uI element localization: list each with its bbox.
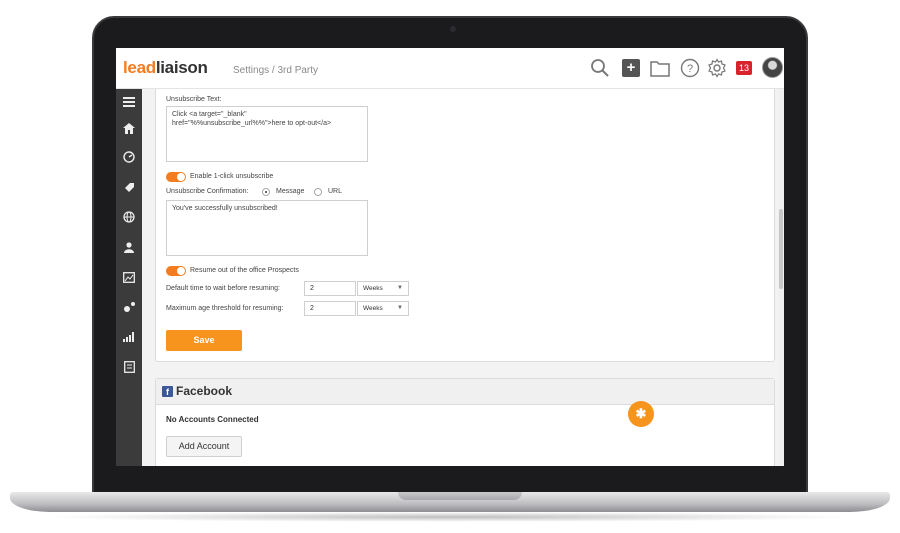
logo-lead: lead — [123, 58, 156, 77]
analytics-icon[interactable] — [116, 327, 142, 347]
age-input[interactable]: 2 — [304, 301, 356, 316]
add-account-button[interactable]: Add Account — [166, 436, 242, 457]
facebook-status: No Accounts Connected — [166, 415, 259, 424]
sidebar — [116, 89, 142, 466]
wait-unit-value: Weeks — [363, 285, 383, 292]
radio-message[interactable] — [262, 188, 270, 196]
logo-liaison: liaison — [155, 58, 208, 77]
laptop-shadow — [40, 512, 860, 522]
fab-button[interactable]: ✱ — [628, 401, 654, 427]
one-click-toggle[interactable] — [166, 172, 186, 182]
camera — [450, 26, 456, 32]
resume-toggle[interactable] — [166, 266, 186, 276]
save-button[interactable]: Save — [166, 330, 242, 351]
resume-label: Resume out of the office Prospects — [190, 267, 299, 274]
unsubscribe-text-field[interactable]: Click <a target="_blank" href="%%unsubsc… — [166, 106, 368, 162]
age-unit-select[interactable]: Weeks ▼ — [357, 301, 409, 316]
search-icon[interactable] — [589, 57, 611, 79]
screen: leadliaison Settings / 3rd Party + ? 13 — [116, 48, 784, 466]
main-content: Unsubscribe Text: Click <a target="_blan… — [142, 89, 784, 466]
chevron-down-icon: ▼ — [397, 285, 403, 291]
gear-icon[interactable] — [706, 57, 728, 79]
report-icon[interactable] — [116, 357, 142, 377]
unsubscribe-text-label: Unsubscribe Text: — [166, 96, 222, 103]
radio-url[interactable] — [314, 188, 322, 196]
folder-icon[interactable] — [649, 57, 671, 79]
wait-label: Default time to wait before resuming: — [166, 285, 280, 292]
age-label: Maximum age threshold for resuming: — [166, 305, 284, 312]
settings-panel: Unsubscribe Text: Click <a target="_blan… — [155, 89, 775, 362]
chevron-down-icon: ▼ — [397, 305, 403, 311]
help-icon[interactable]: ? — [679, 57, 701, 79]
tag-icon[interactable] — [116, 177, 142, 197]
laptop-notch — [398, 492, 522, 500]
confirmation-label: Unsubscribe Confirmation: — [166, 188, 249, 195]
scrollbar[interactable] — [778, 89, 784, 466]
wait-input[interactable]: 2 — [304, 281, 356, 296]
facebook-header: f Facebook — [156, 379, 774, 405]
globe-icon[interactable] — [116, 207, 142, 227]
unsubscribe-text-line1: Click <a target="_blank" — [172, 111, 247, 118]
svg-text:?: ? — [687, 63, 693, 75]
image-icon[interactable] — [116, 267, 142, 287]
breadcrumb: Settings / 3rd Party — [233, 65, 319, 76]
one-click-label: Enable 1-click unsubscribe — [190, 173, 274, 180]
confirmation-message-text: You've successfully unsubscribed! — [172, 205, 278, 212]
home-icon[interactable] — [116, 118, 142, 138]
scroll-thumb[interactable] — [779, 209, 783, 289]
laptop-base — [10, 492, 890, 512]
notification-badge[interactable]: 13 — [736, 61, 752, 75]
radio-url-label: URL — [328, 188, 343, 195]
add-icon[interactable]: + — [622, 59, 640, 77]
menu-icon[interactable] — [116, 92, 142, 112]
wait-unit-select[interactable]: Weeks ▼ — [357, 281, 409, 296]
radio-message-label: Message — [276, 188, 305, 195]
top-bar: leadliaison Settings / 3rd Party + ? 13 — [116, 48, 784, 89]
facebook-title: Facebook — [176, 384, 233, 398]
dashboard-icon[interactable] — [116, 147, 142, 167]
unsubscribe-text-line2: href="%%unsubscribe_url%%">here to opt-o… — [172, 120, 332, 127]
user-icon[interactable] — [116, 237, 142, 257]
facebook-icon: f — [162, 386, 173, 397]
age-unit-value: Weeks — [363, 305, 383, 312]
confirmation-message-field[interactable]: You've successfully unsubscribed! — [166, 200, 368, 256]
facebook-panel: f Facebook No Accounts Connected Add Acc… — [155, 378, 775, 466]
settings-icon[interactable] — [116, 297, 142, 317]
avatar[interactable] — [762, 57, 783, 78]
logo[interactable]: leadliaison — [123, 58, 208, 78]
